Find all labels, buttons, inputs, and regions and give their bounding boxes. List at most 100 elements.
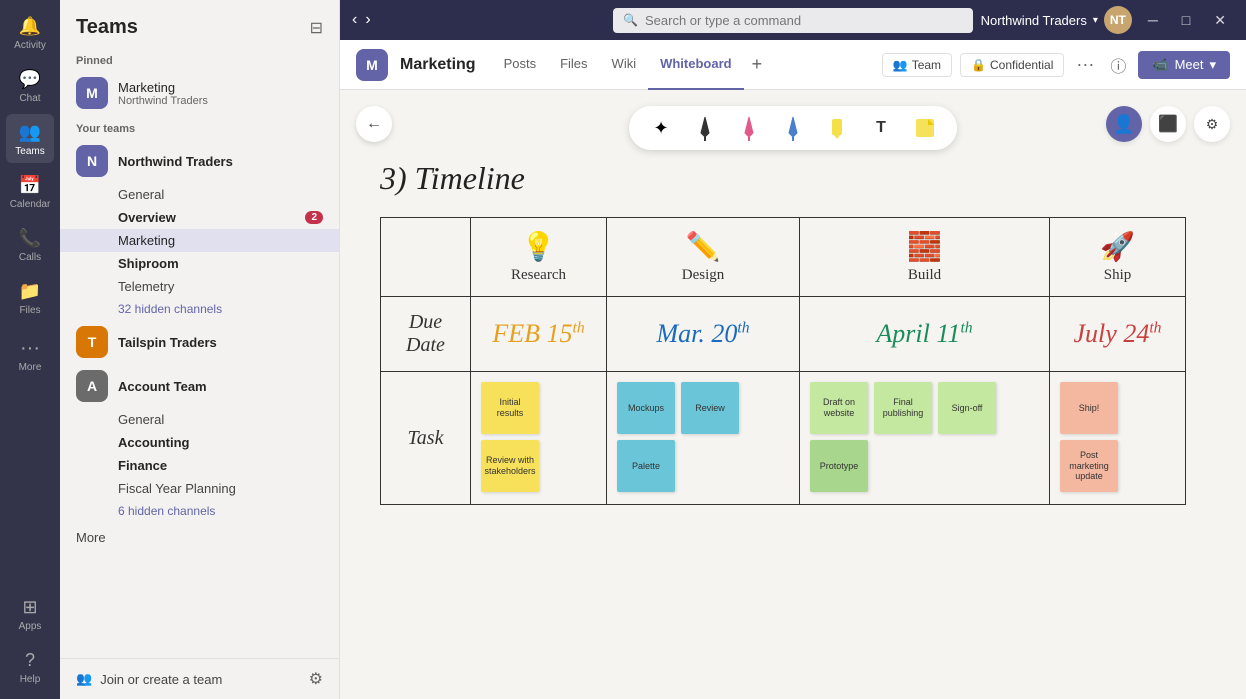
info-button[interactable]: ⓘ [1106,53,1130,77]
meet-button[interactable]: 📹 Meet ▾ [1138,51,1230,79]
tab-posts[interactable]: Posts [492,40,549,90]
rail-item-activity[interactable]: 🔔 Activity [6,8,54,57]
channel-name: Marketing [400,56,476,74]
confidential-button[interactable]: 🔒 Confidential [960,53,1064,77]
export-button[interactable]: ⬛ [1150,106,1186,142]
close-button[interactable]: ✕ [1206,12,1234,29]
rail-item-more[interactable]: ··· More [6,330,54,379]
nav-buttons: ‹ › [352,11,371,29]
rail-label-teams: Teams [15,146,44,157]
lock-icon: 🔒 [971,58,986,72]
your-teams-label: Your teams [60,115,339,139]
channel-fiscal[interactable]: Fiscal Year Planning [60,477,339,500]
add-tab-button[interactable]: + [744,54,771,75]
channel-shiproom[interactable]: Shiproom [60,252,339,275]
select-tool[interactable]: ✦ [645,112,677,144]
settings-icon[interactable]: ⚙ [309,669,323,689]
sticky-sign-off: Sign-off [938,382,996,434]
rail-item-chat[interactable]: 💬 Chat [6,61,54,110]
channel-telemetry[interactable]: Telemetry [60,275,339,298]
avatar: NT [1104,6,1132,34]
rail-label-chat: Chat [19,93,40,104]
timeline-table: 💡 Research ✏️ Design 🧱 Build 🚀 Ship [380,217,1186,505]
text-tool[interactable]: T [865,112,897,144]
marketing-icon: M [76,77,108,109]
northwind-hidden-channels[interactable]: 32 hidden channels [60,298,339,320]
more-button[interactable]: More [60,522,339,553]
team-tailspin[interactable]: T Tailspin Traders ··· [60,320,339,364]
due-date-research: FEB 15th [471,297,607,372]
pinned-marketing[interactable]: M Marketing Northwind Traders [60,71,339,115]
settings-button[interactable]: ⚙ [1194,106,1230,142]
team-tailspin-name: Tailspin Traders [118,335,217,350]
meet-label: Meet [1175,57,1204,72]
team-account[interactable]: A Account Team ··· [60,364,339,408]
teams-icon: 👥 [18,120,42,144]
sticky-ship: Ship! [1060,382,1118,434]
sticky-mockups: Mockups [617,382,675,434]
channel-general-northwind[interactable]: General [60,183,339,206]
rail-item-calls[interactable]: 📞 Calls [6,220,54,269]
tab-whiteboard[interactable]: Whiteboard [648,40,744,90]
pinned-marketing-name: Marketing [118,80,208,95]
channel-accounting[interactable]: Accounting [60,431,339,454]
rail-item-teams[interactable]: 👥 Teams [6,114,54,163]
chat-icon: 💬 [18,67,42,91]
sticky-note-tool[interactable] [909,112,941,144]
files-icon: 📁 [18,279,42,303]
team-button[interactable]: 👥 Team [882,53,952,77]
rail-label-files: Files [19,305,40,316]
task-label: Task [381,372,471,505]
sidebar-header: Teams ⊟ [60,0,339,47]
rail-item-help[interactable]: ? Help [6,642,54,691]
channel-finance[interactable]: Finance [60,454,339,477]
search-bar: 🔍 [613,8,973,33]
highlighter-tool[interactable] [821,112,853,144]
channel-overview[interactable]: Overview 2 [60,206,339,229]
back-button[interactable]: ‹ [352,11,357,29]
forward-button[interactable]: › [365,11,370,29]
tab-wiki[interactable]: Wiki [600,40,649,90]
account-hidden-channels[interactable]: 6 hidden channels [60,500,339,522]
title-bar-right: Northwind Traders ▾ NT ─ □ ✕ [981,6,1234,34]
whiteboard-title: 3) Timeline [380,160,1186,197]
channel-general-account[interactable]: General [60,408,339,431]
ship-stickies: Ship! Post marketing update [1056,378,1179,498]
user-name: Northwind Traders [981,13,1087,28]
col-header-design: ✏️ Design [607,218,800,297]
rail-item-calendar[interactable]: 📅 Calendar [6,167,54,216]
team-northwind[interactable]: N Northwind Traders ··· [60,139,339,183]
whiteboard-back-button[interactable]: ← [356,106,392,142]
minimize-button[interactable]: ─ [1140,12,1166,28]
rail-label-calendar: Calendar [10,199,51,210]
ellipsis-button[interactable]: ··· [1072,54,1098,75]
pen-tool-black[interactable] [689,112,721,144]
search-input[interactable] [613,8,973,33]
pinned-label: Pinned [60,47,339,71]
rail-item-apps[interactable]: ⊞ Apps [6,589,54,638]
calls-icon: 📞 [18,226,42,250]
filter-icon[interactable]: ⊟ [310,18,323,38]
rail-item-files[interactable]: 📁 Files [6,273,54,322]
user-area[interactable]: Northwind Traders ▾ NT [981,6,1132,34]
channel-tabs: Posts Files Wiki Whiteboard + [492,40,771,90]
main-content: ‹ › 🔍 Northwind Traders ▾ NT ─ □ ✕ M Mar… [340,0,1246,699]
rail-label-more: More [19,362,42,373]
channel-marketing[interactable]: Marketing [60,229,339,252]
share-presence-button[interactable]: 👤 [1106,106,1142,142]
tab-files[interactable]: Files [548,40,599,90]
meet-chevron-icon: ▾ [1209,57,1216,73]
whiteboard-toolbar: ✦ T [629,106,957,150]
video-icon: 📹 [1152,57,1168,73]
pen-tool-blue[interactable] [777,112,809,144]
rail-label-activity: Activity [14,40,46,51]
more-icon: ··· [18,336,42,360]
pen-tool-pink[interactable] [733,112,765,144]
activity-icon: 🔔 [18,14,42,38]
sidebar: Teams ⊟ Pinned M Marketing Northwind Tra… [60,0,340,699]
maximize-button[interactable]: □ [1174,12,1198,28]
join-create-label: Join or create a team [100,672,222,687]
ship-label: Ship [1058,267,1177,284]
join-create-button[interactable]: 👥 Join or create a team [76,671,222,687]
sticky-final-publishing: Final publishing [874,382,932,434]
